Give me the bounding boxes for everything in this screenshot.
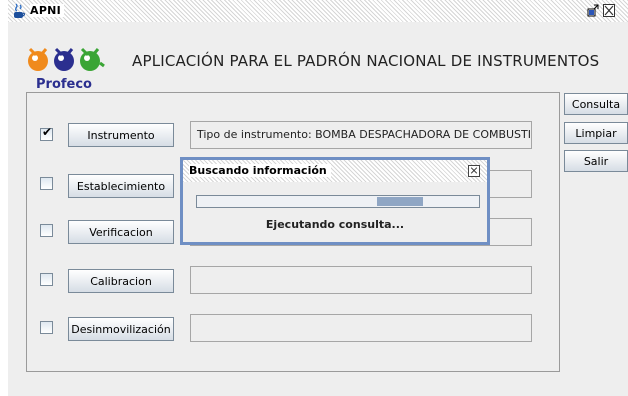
dialog-message: Ejecutando consulta... <box>265 218 405 231</box>
window-title: APNI <box>30 4 65 17</box>
app-title: APLICACIÓN PARA EL PADRÓN NACIONAL DE IN… <box>132 52 600 70</box>
check-mark-icon: ✔ <box>42 125 53 139</box>
loading-dialog: Buscando información Ejecutando consulta… <box>180 157 490 245</box>
calibracion-checkbox[interactable] <box>40 273 53 286</box>
desinmovilizacion-checkbox[interactable] <box>40 321 53 334</box>
consulta-button[interactable]: Consulta <box>564 93 628 115</box>
instrumento-checkbox[interactable]: ✔ <box>40 125 53 141</box>
salir-button[interactable]: Salir <box>564 150 628 172</box>
verificacion-checkbox[interactable] <box>40 224 53 237</box>
dialog-title-bar[interactable]: Buscando información <box>183 160 487 182</box>
verificacion-button[interactable]: Verificacion <box>68 220 174 244</box>
instrumento-button[interactable]: Instrumento <box>68 123 174 147</box>
title-bar[interactable]: APNI <box>8 0 628 22</box>
instrumento-field[interactable]: Tipo de instrumento: BOMBA DESPACHADORA … <box>190 121 532 149</box>
limpiar-button[interactable]: Limpiar <box>564 122 628 144</box>
calibracion-field[interactable] <box>190 266 532 294</box>
logo-graphic <box>28 47 105 71</box>
calibracion-button[interactable]: Calibracion <box>68 269 174 293</box>
restore-icon[interactable] <box>587 4 599 17</box>
progress-bar <box>196 195 480 208</box>
dialog-close-icon[interactable] <box>468 165 480 177</box>
dialog-title: Buscando información <box>189 164 331 177</box>
establecimiento-checkbox[interactable] <box>40 177 53 190</box>
desinmovilizacion-button[interactable]: Desinmovilización <box>68 317 174 341</box>
close-icon[interactable] <box>603 4 615 17</box>
app-window: APNI Profeco APLICACIÓN PARA EL PADRÓN N… <box>8 0 628 396</box>
desinmovilizacion-field[interactable] <box>190 314 532 342</box>
progress-indicator <box>377 197 423 206</box>
logo-text: Profeco <box>36 77 92 92</box>
java-cup-icon <box>14 3 26 18</box>
establecimiento-button[interactable]: Establecimiento <box>68 174 174 198</box>
